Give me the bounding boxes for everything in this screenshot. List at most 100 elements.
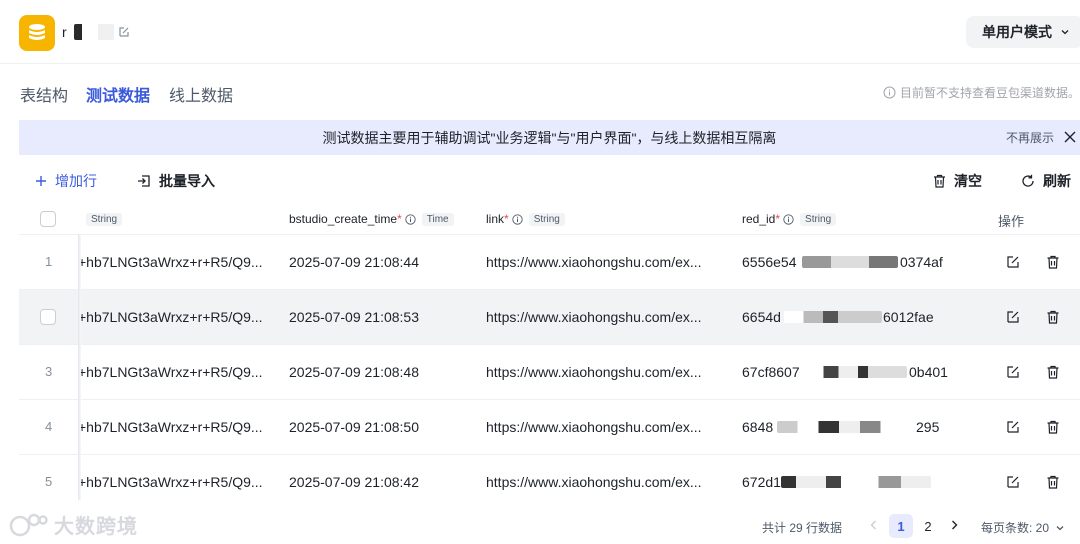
column-name: bstudio_create_time — [289, 212, 398, 226]
column-header-0[interactable]: String — [80, 209, 123, 229]
add-row-label: 增加行 — [55, 173, 97, 189]
total-rows: 共计 29 行数据 — [762, 521, 843, 535]
select-all-checkbox[interactable] — [40, 211, 56, 227]
column-type-tag: String — [528, 212, 565, 226]
cell-red-id[interactable]: 6556e54 — [742, 254, 797, 270]
cell-red-id[interactable]: 6654d — [742, 309, 781, 325]
edit-icon[interactable] — [1006, 475, 1020, 489]
page-size-select[interactable]: 每页条数: 20 — [981, 519, 1065, 536]
table-row[interactable]: +hb7LNGt3aWrxz+r+R5/Q9... 2025-07-09 21:… — [19, 289, 1080, 344]
column-type-tag: String — [86, 212, 123, 226]
cell-link[interactable]: https://www.xiaohongshu.com/ex... — [486, 309, 702, 325]
tab-online-data[interactable]: 线上数据 — [169, 82, 233, 106]
close-icon[interactable] — [1064, 131, 1076, 143]
cell-link[interactable]: https://www.xiaohongshu.com/ex... — [486, 364, 702, 380]
edit-icon[interactable] — [1006, 420, 1020, 434]
plus-icon — [36, 176, 46, 186]
required-mark: * — [397, 212, 402, 226]
trash-icon — [934, 174, 945, 188]
batch-import-button[interactable]: 批量导入 — [137, 171, 215, 191]
cell-id[interactable]: +hb7LNGt3aWrxz+r+R5/Q9... — [78, 364, 263, 380]
column-header-create-time[interactable]: bstudio_create_time * Time — [289, 209, 454, 229]
edit-icon[interactable] — [1006, 310, 1020, 324]
info-icon[interactable] — [783, 213, 794, 225]
edit-name-icon[interactable] — [118, 26, 130, 38]
cell-create-time[interactable]: 2025-07-09 21:08:42 — [289, 474, 419, 490]
cell-red-id-tail: 6012fae — [883, 309, 934, 325]
tab-schema[interactable]: 表结构 — [20, 82, 68, 106]
column-type-tag: Time — [421, 212, 454, 226]
redaction-mask — [809, 366, 907, 378]
info-banner: 测试数据主要用于辅助调试"业务逻辑"与"用户界面"，与线上数据相互隔离 — [19, 120, 1080, 155]
add-row-button[interactable]: 增加行 — [35, 171, 97, 191]
cell-id[interactable]: +hb7LNGt3aWrxz+r+R5/Q9... — [78, 254, 263, 270]
row-number: 5 — [45, 474, 53, 489]
cell-link[interactable]: https://www.xiaohongshu.com/ex... — [486, 254, 702, 270]
mode-select[interactable]: 单用户模式 — [966, 16, 1080, 48]
column-header-actions: 操作 — [998, 214, 1025, 229]
row-number: 1 — [45, 254, 53, 269]
app-name-redaction — [74, 24, 114, 40]
watermark-logo-icon — [9, 513, 48, 536]
cell-id[interactable]: +hb7LNGt3aWrxz+r+R5/Q9... — [78, 474, 263, 490]
page-2-button[interactable]: 2 — [916, 514, 940, 538]
table-row[interactable]: 3 +hb7LNGt3aWrxz+r+R5/Q9... 2025-07-09 2… — [19, 344, 1080, 399]
redaction-mask — [802, 256, 898, 268]
trash-icon[interactable] — [1046, 255, 1060, 269]
cell-id[interactable]: +hb7LNGt3aWrxz+r+R5/Q9... — [78, 419, 263, 435]
required-mark: * — [775, 212, 781, 226]
trash-icon[interactable] — [1046, 475, 1060, 489]
frozen-column-shadow — [78, 234, 81, 500]
database-icon — [19, 15, 55, 51]
refresh-button[interactable]: 刷新 — [1021, 171, 1071, 191]
page-1-button[interactable]: 1 — [889, 514, 913, 538]
redaction-mask — [784, 311, 882, 323]
info-icon[interactable] — [512, 213, 523, 225]
tab-test-data[interactable]: 测试数据 — [86, 82, 150, 106]
row-number: 4 — [45, 419, 53, 434]
cell-red-id[interactable]: 6848 — [742, 419, 773, 435]
redaction-mask — [781, 476, 931, 488]
cell-create-time[interactable]: 2025-07-09 21:08:53 — [289, 309, 419, 325]
cell-red-id-tail: 295 — [916, 419, 940, 435]
cell-create-time[interactable]: 2025-07-09 21:08:44 — [289, 254, 419, 270]
notice-text: 目前暂不支持查看豆包渠道数据。 — [883, 84, 1080, 101]
column-header-red-id[interactable]: red_id * String — [742, 209, 837, 229]
trash-icon[interactable] — [1046, 310, 1060, 324]
row-checkbox[interactable] — [40, 309, 56, 325]
clear-button[interactable]: 清空 — [933, 171, 982, 191]
redaction-mask — [777, 421, 915, 433]
chevron-down-icon — [1061, 30, 1069, 35]
info-icon — [883, 86, 896, 99]
trash-icon[interactable] — [1046, 420, 1060, 434]
table-row[interactable]: 1 +hb7LNGt3aWrxz+r+R5/Q9... 2025-07-09 2… — [19, 234, 1080, 289]
cell-create-time[interactable]: 2025-07-09 21:08:48 — [289, 364, 419, 380]
page-size-label: 每页条数: 20 — [981, 521, 1050, 535]
cell-link[interactable]: https://www.xiaohongshu.com/ex... — [486, 419, 702, 435]
column-name: red_id — [742, 212, 776, 226]
chevron-left-icon[interactable] — [868, 519, 880, 531]
chevron-down-icon — [1056, 525, 1064, 530]
cell-red-id[interactable]: 67cf8607 — [742, 364, 800, 380]
chevron-right-icon[interactable] — [948, 519, 960, 531]
import-icon — [138, 175, 150, 187]
trash-icon[interactable] — [1046, 365, 1060, 379]
cell-red-id-tail: 0b401 — [909, 364, 948, 380]
refresh-label: 刷新 — [1043, 173, 1071, 189]
watermark-text: 大数跨境 — [54, 516, 138, 538]
edit-icon[interactable] — [1006, 255, 1020, 269]
cell-id[interactable]: +hb7LNGt3aWrxz+r+R5/Q9... — [78, 309, 263, 325]
app-name: r — [62, 24, 67, 40]
edit-icon[interactable] — [1006, 365, 1020, 379]
table-row[interactable]: 4 +hb7LNGt3aWrxz+r+R5/Q9... 2025-07-09 2… — [19, 399, 1080, 454]
cell-create-time[interactable]: 2025-07-09 21:08:50 — [289, 419, 419, 435]
cell-red-id[interactable]: 672d1 — [742, 474, 781, 490]
table-row[interactable]: 5 +hb7LNGt3aWrxz+r+R5/Q9... 2025-07-09 2… — [19, 454, 1080, 509]
dont-show-again-link[interactable]: 不再展示 — [1006, 129, 1054, 146]
info-icon[interactable] — [405, 213, 416, 225]
mode-select-label: 单用户模式 — [982, 24, 1052, 40]
cell-link[interactable]: https://www.xiaohongshu.com/ex... — [486, 474, 702, 490]
column-header-link[interactable]: link * String — [486, 209, 565, 229]
column-name: link — [486, 212, 505, 226]
cell-red-id-tail: 0374af — [900, 254, 943, 270]
